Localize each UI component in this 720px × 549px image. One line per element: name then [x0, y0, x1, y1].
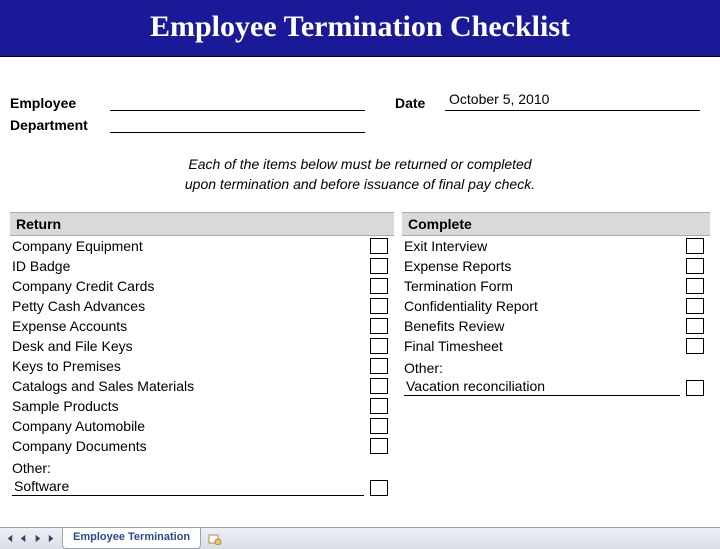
- return-item-row: Catalogs and Sales Materials: [10, 376, 394, 396]
- complete-item-label: Exit Interview: [404, 238, 686, 254]
- employee-label: Employee: [10, 95, 110, 111]
- complete-item-row: Expense Reports: [402, 256, 710, 276]
- complete-item-label: Final Timesheet: [404, 338, 686, 354]
- complete-item-checkbox[interactable]: [686, 238, 704, 254]
- date-label: Date: [395, 95, 445, 111]
- return-item-label: Company Documents: [12, 438, 370, 454]
- return-item-row: Desk and File Keys: [10, 336, 394, 356]
- page-title: Employee Termination Checklist: [150, 10, 570, 43]
- department-field[interactable]: [110, 113, 365, 133]
- complete-item-checkbox[interactable]: [686, 278, 704, 294]
- return-item-checkbox[interactable]: [370, 338, 388, 354]
- complete-item-row: Final Timesheet: [402, 336, 710, 356]
- return-item-row: ID Badge: [10, 256, 394, 276]
- tab-last-button[interactable]: [44, 530, 58, 548]
- return-item-row: Company Documents: [10, 436, 394, 456]
- date-field[interactable]: October 5, 2010: [445, 91, 700, 111]
- meta-section: Employee Department Date October 5, 2010: [4, 89, 716, 133]
- instructions: Each of the items below must be returned…: [4, 155, 716, 194]
- return-item-label: Company Equipment: [12, 238, 370, 254]
- return-other-field[interactable]: Software: [12, 478, 364, 496]
- sheet-tab-active[interactable]: Employee Termination: [62, 528, 201, 549]
- tab-next-button[interactable]: [30, 530, 44, 548]
- checklist-columns: Return Company Equipment ID Badge Company …: [4, 212, 716, 496]
- return-item-label: Catalogs and Sales Materials: [12, 378, 370, 394]
- new-sheet-button[interactable]: [205, 528, 225, 549]
- return-item-label: Company Automobile: [12, 418, 370, 434]
- return-item-label: Expense Accounts: [12, 318, 370, 334]
- return-item-row: Company Equipment: [10, 236, 394, 256]
- complete-item-label: Termination Form: [404, 278, 686, 294]
- complete-other-label: Other:: [404, 360, 447, 376]
- return-item-checkbox[interactable]: [370, 438, 388, 454]
- complete-item-row: Confidentiality Report: [402, 296, 710, 316]
- complete-heading: Complete: [402, 212, 710, 236]
- return-item-checkbox[interactable]: [370, 378, 388, 394]
- complete-item-row: Benefits Review: [402, 316, 710, 336]
- complete-item-label: Confidentiality Report: [404, 298, 686, 314]
- return-item-label: Sample Products: [12, 398, 370, 414]
- complete-other-checkbox[interactable]: [686, 380, 704, 396]
- title-banner: Employee Termination Checklist: [0, 0, 720, 57]
- complete-item-checkbox[interactable]: [686, 318, 704, 334]
- complete-item-label: Expense Reports: [404, 258, 686, 274]
- return-item-row: Expense Accounts: [10, 316, 394, 336]
- return-item-row: Company Credit Cards: [10, 276, 394, 296]
- complete-other-row: Other:: [402, 356, 710, 376]
- complete-item-row: Exit Interview: [402, 236, 710, 256]
- return-item-label: Company Credit Cards: [12, 278, 370, 294]
- complete-item-checkbox[interactable]: [686, 298, 704, 314]
- return-item-checkbox[interactable]: [370, 258, 388, 274]
- tab-first-button[interactable]: [2, 530, 16, 548]
- return-item-checkbox[interactable]: [370, 318, 388, 334]
- complete-item-label: Benefits Review: [404, 318, 686, 334]
- complete-item-checkbox[interactable]: [686, 258, 704, 274]
- return-column: Return Company Equipment ID Badge Company …: [10, 212, 402, 496]
- return-item-row: Company Automobile: [10, 416, 394, 436]
- tab-prev-button[interactable]: [16, 530, 30, 548]
- return-item-label: Desk and File Keys: [12, 338, 370, 354]
- worksheet-body: Employee Department Date October 5, 2010…: [0, 57, 720, 496]
- return-heading: Return: [10, 212, 394, 236]
- return-item-label: Petty Cash Advances: [12, 298, 370, 314]
- return-item-checkbox[interactable]: [370, 298, 388, 314]
- return-item-checkbox[interactable]: [370, 418, 388, 434]
- instructions-line1: Each of the items below must be returned…: [4, 155, 716, 175]
- return-item-checkbox[interactable]: [370, 398, 388, 414]
- return-item-label: ID Badge: [12, 258, 370, 274]
- return-item-row: Petty Cash Advances: [10, 296, 394, 316]
- return-other-label: Other:: [12, 460, 55, 476]
- return-item-checkbox[interactable]: [370, 358, 388, 374]
- complete-column: Complete Exit Interview Expense Reports Te…: [402, 212, 710, 496]
- return-item-row: Sample Products: [10, 396, 394, 416]
- return-item-checkbox[interactable]: [370, 278, 388, 294]
- return-other-checkbox[interactable]: [370, 480, 388, 496]
- complete-item-row: Termination Form: [402, 276, 710, 296]
- return-other-row: Other:: [10, 456, 394, 476]
- sheet-tab-bar: Employee Termination: [0, 527, 720, 549]
- complete-item-checkbox[interactable]: [686, 338, 704, 354]
- tab-nav-group: [0, 528, 60, 549]
- complete-other-field[interactable]: Vacation reconciliation: [404, 378, 680, 396]
- department-label: Department: [10, 117, 110, 133]
- return-item-label: Keys to Premises: [12, 358, 370, 374]
- employee-field[interactable]: [110, 91, 365, 111]
- return-item-row: Keys to Premises: [10, 356, 394, 376]
- instructions-line2: upon termination and before issuance of …: [4, 175, 716, 195]
- return-item-checkbox[interactable]: [370, 238, 388, 254]
